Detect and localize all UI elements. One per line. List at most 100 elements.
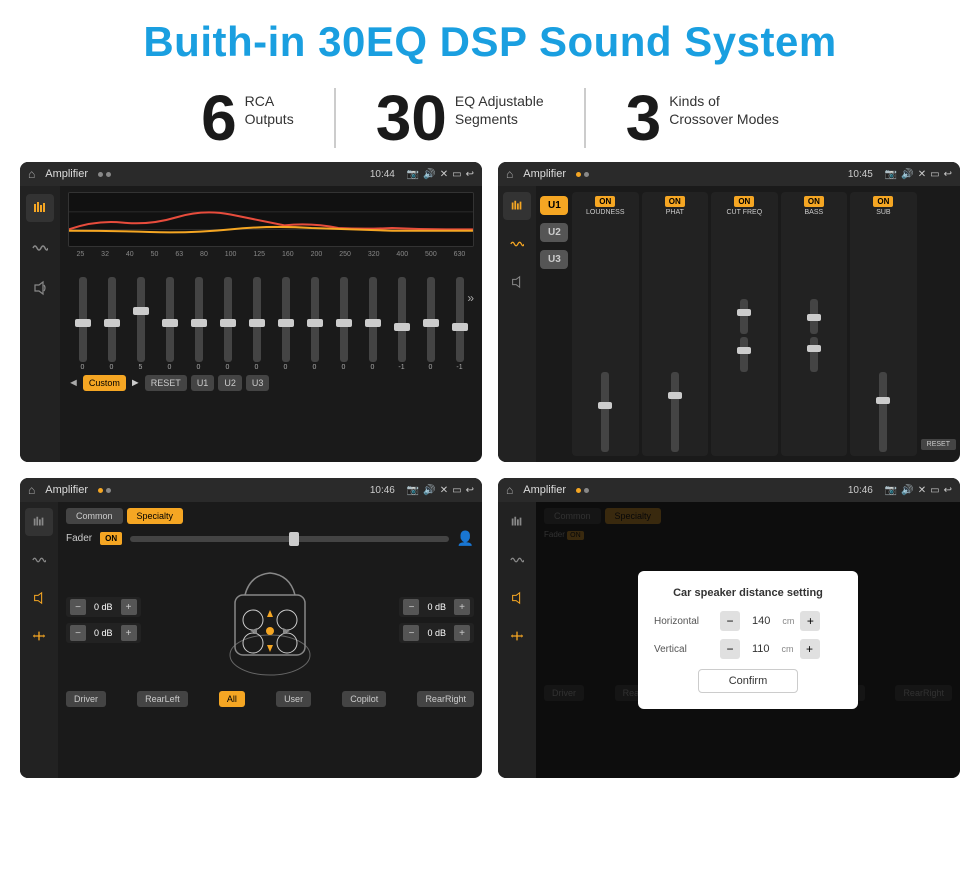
vertical-plus-button[interactable]: +: [800, 639, 820, 659]
eq-slider-col-13[interactable]: 0: [427, 277, 435, 371]
eq-reset-button[interactable]: RESET: [145, 375, 187, 391]
horizontal-plus-button[interactable]: +: [800, 611, 820, 631]
eq-slider-col-1[interactable]: 0: [79, 277, 87, 371]
stats-row: 6 RCA Outputs 30 EQ Adjustable Segments …: [0, 76, 980, 162]
screen3-bottom-buttons: Driver RearLeft All User Copilot RearRig…: [66, 691, 474, 707]
back-icon-1[interactable]: ↩: [466, 169, 474, 180]
u2-select-button[interactable]: U2: [540, 223, 568, 242]
rear-right-button[interactable]: RearRight: [417, 691, 474, 707]
wave-icon-1[interactable]: [26, 234, 54, 262]
db-plus-3[interactable]: +: [454, 599, 470, 615]
eq-icon-4[interactable]: [503, 508, 531, 536]
horizontal-label: Horizontal: [654, 616, 714, 627]
crossover-reset-button[interactable]: RESET: [921, 439, 956, 450]
fader-on-button[interactable]: ON: [100, 532, 122, 545]
window-icon-3: ▭: [452, 485, 461, 496]
home-icon-4[interactable]: ⌂: [506, 483, 513, 497]
eq-slider-col-12[interactable]: -1: [398, 277, 406, 371]
db-minus-1[interactable]: −: [70, 599, 86, 615]
cutfreq-on-btn[interactable]: ON: [734, 196, 754, 207]
horizontal-minus-button[interactable]: −: [720, 611, 740, 631]
eq-icon-3[interactable]: [25, 508, 53, 536]
db-plus-1[interactable]: +: [121, 599, 137, 615]
status-icons-3: 📷 🔊 ✕ ▭ ↩: [407, 485, 474, 496]
phat-label: PHAT: [666, 209, 684, 216]
vertical-unit: cm: [782, 644, 794, 654]
db-minus-3[interactable]: −: [403, 599, 419, 615]
tab-specialty[interactable]: Specialty: [127, 508, 184, 524]
back-icon-2[interactable]: ↩: [944, 169, 952, 180]
back-icon-3[interactable]: ↩: [466, 485, 474, 496]
eq-mode-button[interactable]: Custom: [83, 375, 126, 391]
close-icon-1: ✕: [440, 169, 448, 180]
sub-on-btn[interactable]: ON: [873, 196, 893, 207]
eq-sliders: » 0 0 5 0 0 0 0 0 0 0 0 -1 0 -1: [68, 261, 474, 371]
eq-slider-col-2[interactable]: 0: [108, 277, 116, 371]
wave-icon-4[interactable]: [503, 546, 531, 574]
eq-u1-button[interactable]: U1: [191, 375, 215, 391]
modal-horizontal-row: Horizontal − 140 cm +: [654, 611, 842, 631]
driver-button[interactable]: Driver: [66, 691, 106, 707]
home-icon-2[interactable]: ⌂: [506, 167, 513, 181]
eq-slider-col-9[interactable]: 0: [311, 277, 319, 371]
speaker-icon-2[interactable]: [503, 268, 531, 296]
tab-common[interactable]: Common: [66, 508, 123, 524]
eq-u3-button[interactable]: U3: [246, 375, 270, 391]
modal-overlay: Car speaker distance setting Horizontal …: [536, 502, 960, 778]
eq-slider-col-3[interactable]: 5: [137, 277, 145, 371]
fader-slider[interactable]: [130, 536, 448, 542]
eq-slider-col-5[interactable]: 0: [195, 277, 203, 371]
bass-on-btn[interactable]: ON: [804, 196, 824, 207]
arrows-icon-4[interactable]: [503, 622, 531, 650]
arrows-icon-3[interactable]: [25, 622, 53, 650]
eq-u2-button[interactable]: U2: [218, 375, 242, 391]
db-plus-2[interactable]: +: [121, 625, 137, 641]
screen2-main: U1 U2 U3 ON LOUDNESS ON PHAT: [536, 186, 960, 462]
screen1-title: Amplifier: [45, 168, 88, 180]
wave-icon-3[interactable]: [25, 546, 53, 574]
eq-slider-col-8[interactable]: 0: [282, 277, 290, 371]
fader-thumb[interactable]: [289, 532, 299, 546]
rear-left-button[interactable]: RearLeft: [137, 691, 188, 707]
wave-icon-2[interactable]: [503, 230, 531, 258]
phat-on-btn[interactable]: ON: [665, 196, 685, 207]
screen4-main: Common Specialty Fader ON Driver RearLef…: [536, 502, 960, 778]
modal-title: Car speaker distance setting: [654, 587, 842, 599]
eq-prev-button[interactable]: ◄: [68, 375, 79, 391]
home-icon-1[interactable]: ⌂: [28, 167, 35, 181]
status-dots-1: [98, 172, 111, 177]
eq-icon-1[interactable]: [26, 194, 54, 222]
screen1-time: 10:44: [370, 169, 395, 180]
all-button[interactable]: All: [219, 691, 245, 707]
db-minus-4[interactable]: −: [403, 625, 419, 641]
u3-select-button[interactable]: U3: [540, 250, 568, 269]
speaker-icon-1[interactable]: [26, 274, 54, 302]
eq-slider-col-7[interactable]: 0: [253, 277, 261, 371]
eq-slider-col-4[interactable]: 0: [166, 277, 174, 371]
screen2-content: U1 U2 U3 ON LOUDNESS ON PHAT: [498, 186, 960, 462]
crossover-reset-area: RESET: [921, 192, 956, 456]
status-bar-1: ⌂ Amplifier 10:44 📷 🔊 ✕ ▭ ↩: [20, 162, 482, 186]
confirm-button[interactable]: Confirm: [698, 669, 799, 693]
eq-slider-col-14[interactable]: -1: [456, 277, 464, 371]
speaker-icon-4[interactable]: [503, 584, 531, 612]
db-controls-left: − 0 dB + − 0 dB +: [66, 597, 141, 643]
screen4-content: Common Specialty Fader ON Driver RearLef…: [498, 502, 960, 778]
eq-icon-2[interactable]: [503, 192, 531, 220]
user-button[interactable]: User: [276, 691, 311, 707]
eq-slider-col-10[interactable]: 0: [340, 277, 348, 371]
vertical-minus-button[interactable]: −: [720, 639, 740, 659]
eq-play-button[interactable]: ►: [130, 375, 141, 391]
back-icon-4[interactable]: ↩: [944, 485, 952, 496]
speaker-icon-3[interactable]: [25, 584, 53, 612]
eq-slider-col-11[interactable]: 0: [369, 277, 377, 371]
db-minus-2[interactable]: −: [70, 625, 86, 641]
copilot-button[interactable]: Copilot: [342, 691, 386, 707]
status-icons-1: 📷 🔊 ✕ ▭ ↩: [407, 169, 474, 180]
loudness-on-btn[interactable]: ON: [595, 196, 615, 207]
u1-select-button[interactable]: U1: [540, 196, 568, 215]
eq-slider-col-6[interactable]: 0: [224, 277, 232, 371]
status-icons-4: 📷 🔊 ✕ ▭ ↩: [885, 485, 952, 496]
db-plus-4[interactable]: +: [454, 625, 470, 641]
home-icon-3[interactable]: ⌂: [28, 483, 35, 497]
